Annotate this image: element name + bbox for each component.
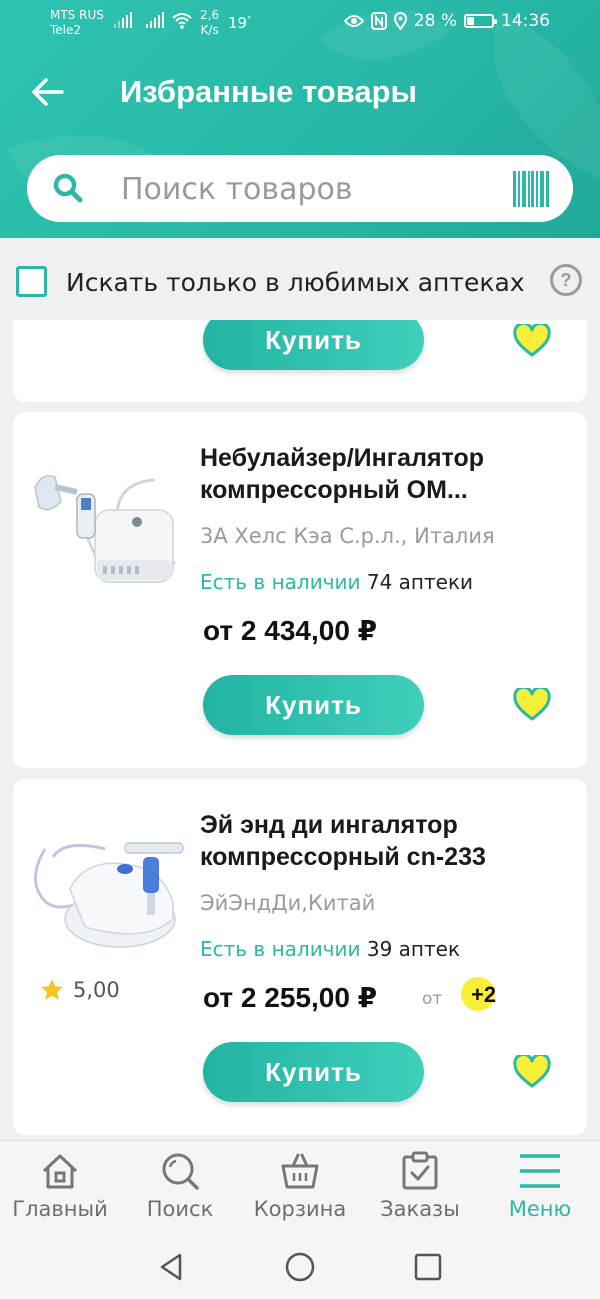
buy-button[interactable]: Купить [203, 320, 424, 370]
buy-button[interactable]: Купить [203, 675, 424, 735]
pharmacy-count: 74 аптеки [366, 570, 474, 594]
help-icon[interactable]: ? [550, 264, 582, 296]
nav-orders[interactable]: Заказы [360, 1151, 480, 1221]
system-home-icon[interactable] [284, 1251, 316, 1283]
status-bar: MTS RUS Tele2 2,6 K/s 19° 28 % 14:36 [0, 0, 600, 48]
battery-icon [464, 14, 497, 28]
nav-home[interactable]: Главный [0, 1151, 120, 1221]
favorite-heart-icon[interactable] [513, 688, 551, 722]
carrier-1: MTS RUS [50, 8, 104, 22]
basket-icon [281, 1153, 319, 1189]
favorite-heart-icon[interactable] [513, 1055, 551, 1089]
nav-search[interactable]: Поиск [120, 1151, 240, 1221]
carrier-names: MTS RUS Tele2 [50, 8, 104, 38]
carrier-2: Tele2 [50, 23, 82, 37]
battery-percent: 28 % [413, 11, 457, 31]
system-recents-icon[interactable] [412, 1251, 444, 1283]
product-card[interactable]: Небулайзер/Ингалятор компрессорный ОМ...… [13, 412, 587, 768]
favorite-pharmacies-checkbox[interactable] [16, 266, 47, 297]
search-input[interactable] [121, 169, 521, 209]
menu-hamburger-icon [520, 1154, 560, 1188]
nfc-icon [370, 12, 387, 30]
product-availability: Есть в наличии 39 аптек [200, 937, 460, 961]
bottom-navigation: Главный Поиск Корзина Заказы Меню [0, 1140, 600, 1235]
buy-button[interactable]: Купить [203, 1042, 424, 1102]
product-availability: Есть в наличии 74 аптеки [200, 570, 473, 594]
network-speed: 2,6 K/s [200, 8, 220, 37]
search-icon [53, 173, 83, 203]
availability-status: Есть в наличии [200, 937, 361, 961]
favorite-heart-icon[interactable] [513, 324, 551, 358]
inhaler-product-image [34, 842, 184, 948]
eye-icon [343, 15, 364, 27]
clock: 14:36 [501, 11, 550, 31]
favorite-pharmacies-filter: Искать только в любимых аптеках ? [0, 238, 600, 320]
product-rating: 5,00 [39, 977, 120, 1003]
rating-value: 5,00 [73, 978, 120, 1002]
temperature: 19° [228, 14, 252, 32]
home-icon [42, 1154, 78, 1189]
signal-1-icon [114, 12, 132, 28]
price-from-label: от [422, 989, 443, 1009]
product-list[interactable]: Купить Небулайзер/Ингалятор компрессорны… [0, 320, 600, 1140]
bonus-badge[interactable]: +2 [461, 977, 502, 1013]
filter-label[interactable]: Искать только в любимых аптеках [66, 268, 525, 297]
orders-clipboard-icon [402, 1151, 438, 1190]
product-name[interactable]: Небулайзер/Ингалятор компрессорный ОМ... [200, 442, 570, 506]
product-manufacturer: ЭйЭндДи,Китай [200, 891, 376, 915]
nebulizer-product-image [34, 475, 176, 583]
signal-2-icon [146, 12, 164, 28]
wifi-icon [172, 13, 192, 29]
nav-menu[interactable]: Меню [480, 1151, 600, 1221]
status-right: 28 % 14:36 [343, 11, 550, 31]
system-navigation-bar [0, 1235, 600, 1299]
star-icon [41, 979, 63, 1000]
barcode-scanner-icon[interactable] [513, 171, 549, 207]
availability-status: Есть в наличии [200, 570, 361, 594]
product-card[interactable]: 5,00 Эй энд ди ингалятор компрессорный c… [13, 779, 587, 1135]
product-price: от 2 434,00 ₽ [203, 615, 378, 646]
search-bar[interactable] [27, 155, 573, 222]
location-icon [393, 12, 407, 30]
product-card: Купить [13, 320, 587, 402]
pharmacy-count: 39 аптек [366, 937, 461, 961]
product-price: от 2 255,00 ₽ [203, 982, 378, 1013]
page-title: Избранные товары [120, 74, 418, 109]
nav-cart[interactable]: Корзина [240, 1151, 360, 1221]
app-header: MTS RUS Tele2 2,6 K/s 19° 28 % 14:36 Изб… [0, 0, 600, 238]
search-icon [162, 1153, 199, 1190]
product-name[interactable]: Эй энд ди ингалятор компрессорный cn-233 [200, 809, 570, 873]
back-arrow-icon[interactable] [28, 72, 68, 112]
product-manufacturer: 3А Хелс Кэа С.р.л., Италия [200, 524, 495, 548]
system-back-icon[interactable] [156, 1251, 188, 1283]
